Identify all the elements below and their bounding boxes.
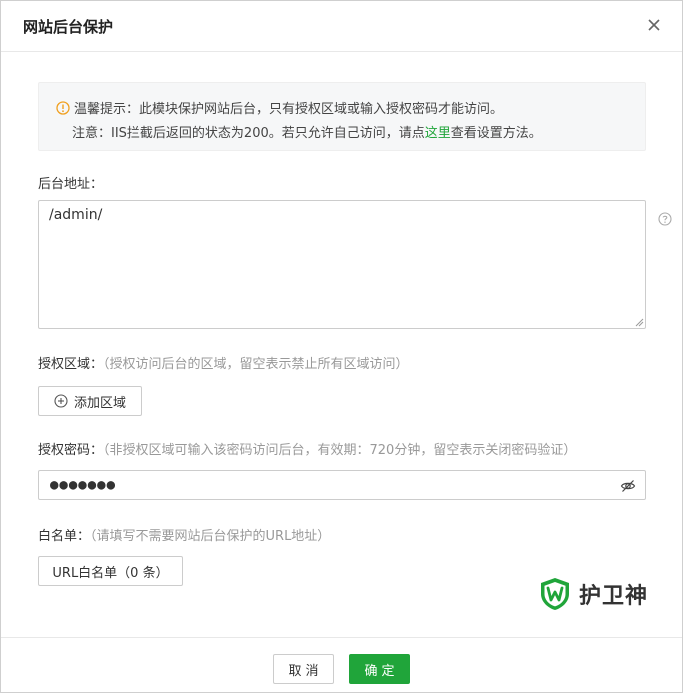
dialog-header: 网站后台保护 [1,1,682,52]
auth-password-label-row: 授权密码：（非授权区域可输入该密码访问后台，有效期：720分钟，留空表示关闭密码… [38,439,576,458]
auth-region-label-row: 授权区域：（授权访问后台的区域，留空表示禁止所有区域访问） [38,353,409,372]
add-region-button[interactable]: 添加区域 [38,386,142,416]
auth-password-value: ●●●●●●● [50,477,117,493]
url-whitelist-label: URL白名单（0 条） [52,565,169,581]
plus-circle-icon [54,394,68,408]
dialog-title: 网站后台保护 [23,18,114,36]
close-icon[interactable] [644,15,664,35]
dialog: 网站后台保护 温馨提示：此模块保护网站后台，只有授权区域或输入授权密码才能访问。… [0,0,683,693]
auth-password-hint: （非授权区域可输入该密码访问后台，有效期：720分钟，留空表示关闭密码验证） [103,443,577,458]
notice-text-1: 温馨提示：此模块保护网站后台，只有授权区域或输入授权密码才能访问。 [74,102,504,117]
shield-w-logo [541,578,569,610]
auth-region-hint: （授权访问后台的区域，留空表示禁止所有区域访问） [103,357,409,372]
cancel-button[interactable]: 取消 [273,654,334,684]
resize-grip-icon[interactable] [634,317,644,327]
brand-logo: 护卫神 [539,577,648,611]
brand-name: 护卫神 [579,584,649,609]
eye-off-icon[interactable] [620,478,636,494]
url-whitelist-button[interactable]: URL白名单（0 条） [38,556,183,586]
warning-circle-icon [56,100,70,115]
settings-help-link[interactable]: 这里 [425,126,451,141]
question-circle-icon[interactable] [658,212,672,226]
dialog-footer: 取消 确定 [1,637,682,693]
backend-path-textarea[interactable] [38,200,646,329]
notice-box: 温馨提示：此模块保护网站后台，只有授权区域或输入授权密码才能访问。 注意：IIS… [38,82,646,151]
whitelist-label-row: 白名单：（请填写不需要网站后台保护的URL地址） [38,525,330,544]
auth-password-label: 授权密码： [38,443,104,458]
auth-password-input[interactable]: ●●●●●●● [38,470,646,500]
auth-region-label: 授权区域： [38,357,104,372]
whitelist-hint: （请填写不需要网站后台保护的URL地址） [90,529,331,544]
notice-text-2: 注意：IIS拦截后返回的状态为200。若只允许自己访问，请点 [72,126,425,141]
whitelist-label: 白名单： [38,529,91,544]
notice-text-3: 查看设置方法。 [450,126,542,141]
notice-line-2: 注意：IIS拦截后返回的状态为200。若只允许自己访问，请点这里查看设置方法。 [72,122,542,141]
ok-button[interactable]: 确定 [349,654,410,684]
add-region-label: 添加区域 [73,395,126,411]
backend-path-label: 后台地址： [38,177,104,192]
notice-line-1: 温馨提示：此模块保护网站后台，只有授权区域或输入授权密码才能访问。 [56,98,503,117]
